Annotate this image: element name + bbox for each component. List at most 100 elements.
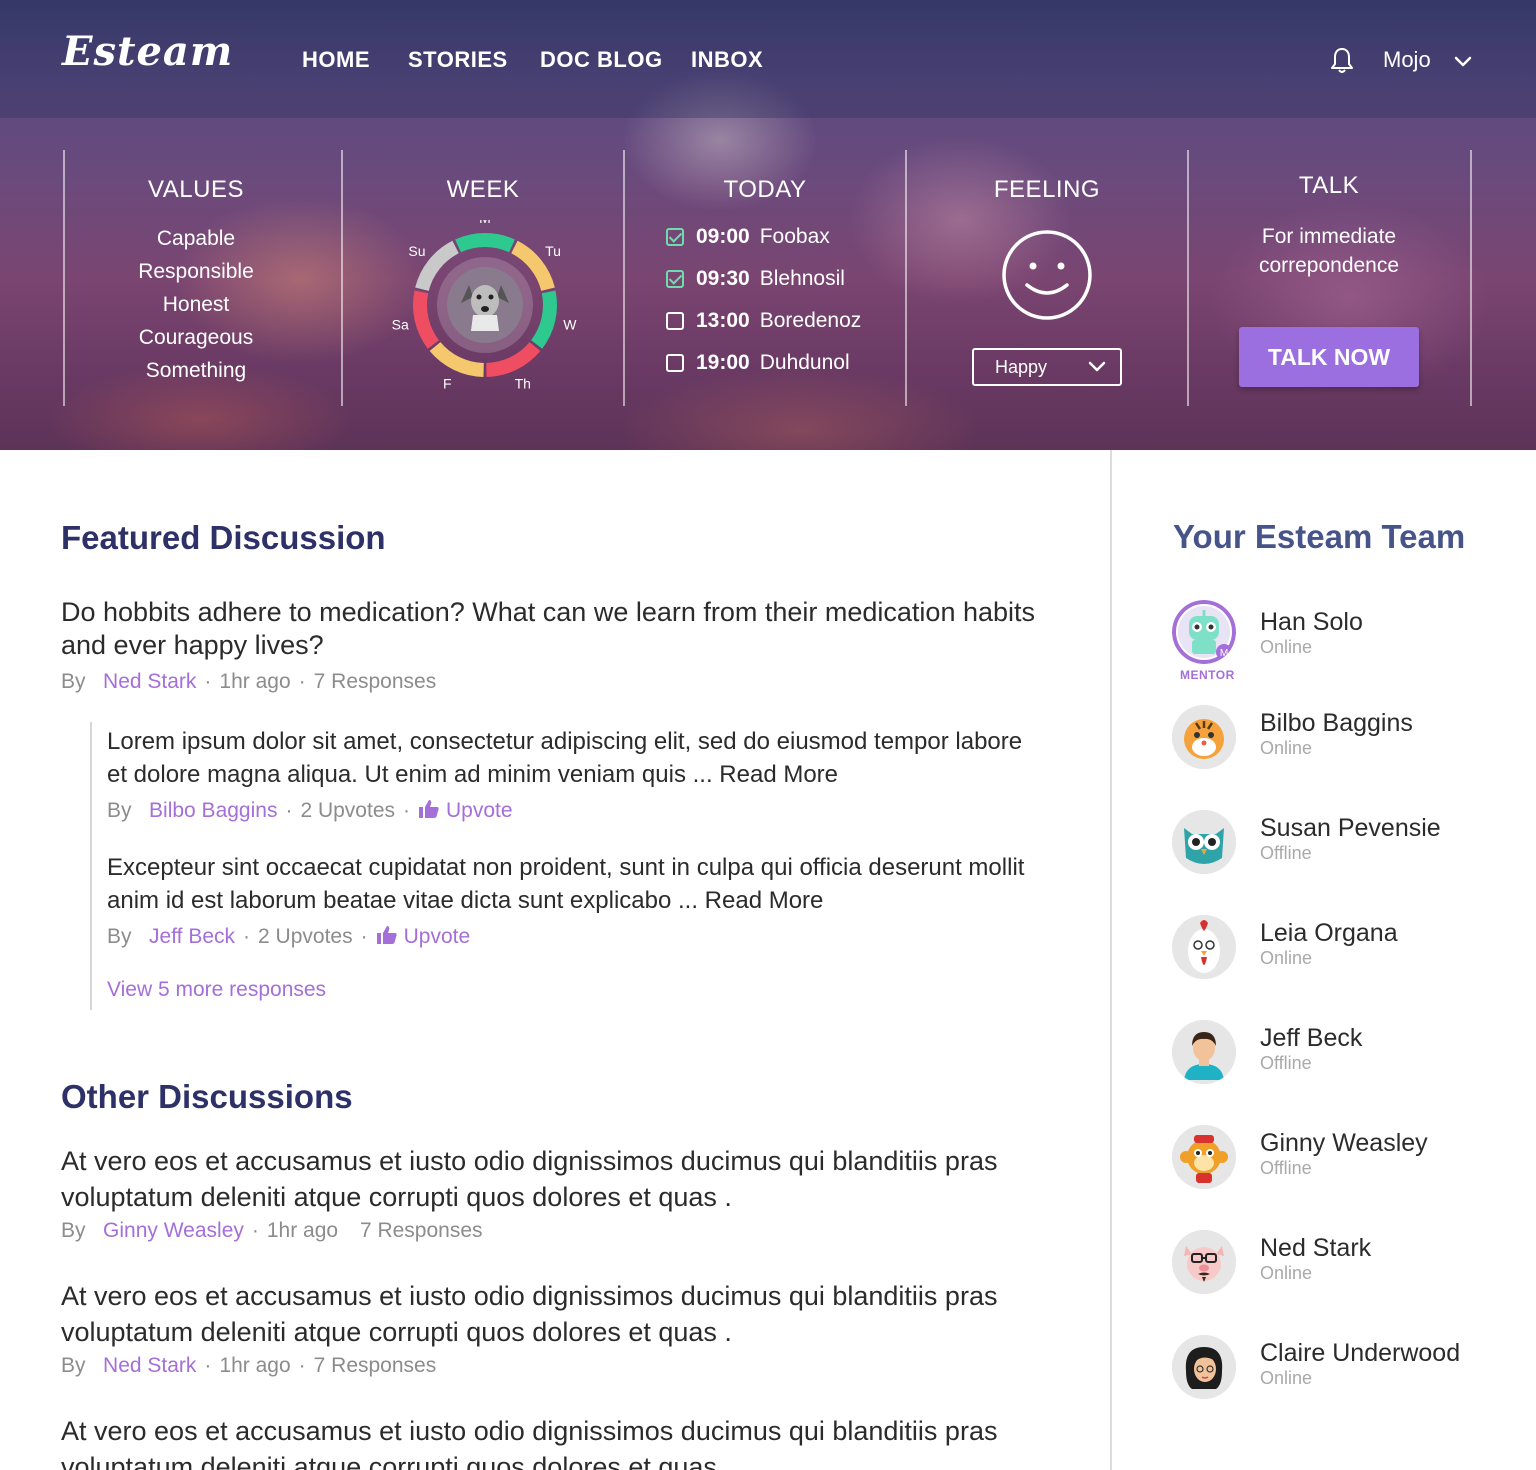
- team-member[interactable]: Ned Stark Online: [1172, 1230, 1512, 1300]
- week-segment-w[interactable]: [530, 290, 557, 349]
- upvote-button[interactable]: Upvote: [418, 799, 513, 822]
- post-time: 1hr ago: [266, 1219, 339, 1242]
- team-member[interactable]: M Han Solo Online MENTOR: [1172, 600, 1512, 682]
- member-name: Susan Pevensie: [1260, 814, 1441, 842]
- bell-icon[interactable]: [1330, 46, 1354, 74]
- nav-doc-blog[interactable]: DOC BLOG: [540, 47, 663, 73]
- column-divider: [1110, 450, 1112, 1470]
- svg-text:M: M: [1220, 648, 1228, 659]
- responses-rule: [90, 722, 92, 1010]
- week-segment-sa[interactable]: [413, 290, 440, 349]
- hero-banner: Esteam HOME STORIES DOC BLOG INBOX Mojo …: [0, 0, 1536, 450]
- today-label: Foobax: [759, 225, 830, 248]
- response-text[interactable]: Lorem ipsum dolor sit amet, consectetur …: [107, 725, 1037, 791]
- member-name: Ned Stark: [1260, 1234, 1372, 1262]
- checkbox-unchecked[interactable]: [666, 312, 684, 330]
- nav-inbox[interactable]: INBOX: [691, 47, 763, 73]
- checkbox-checked[interactable]: [666, 270, 684, 288]
- team-member[interactable]: Susan Pevensie Offline: [1172, 810, 1512, 880]
- by-label: By: [107, 925, 132, 948]
- week-day-label: Sa: [392, 316, 409, 332]
- talk-title: TALK: [1298, 172, 1360, 199]
- talk-now-button[interactable]: TALK NOW: [1239, 327, 1419, 387]
- week-day-label: W: [563, 316, 577, 332]
- team-member[interactable]: Claire Underwood Online: [1172, 1335, 1512, 1405]
- member-name: Leia Organa: [1260, 919, 1398, 947]
- nav-home[interactable]: HOME: [302, 47, 370, 73]
- author-link[interactable]: Ginny Weasley: [103, 1219, 244, 1242]
- featured-meta: By Ned Stark · 1hr ago · 7 Responses: [61, 670, 437, 693]
- checkbox-checked[interactable]: [666, 228, 684, 246]
- talk-description: For immediate correpondence: [1258, 225, 1400, 277]
- checkbox-unchecked[interactable]: [666, 354, 684, 372]
- today-item[interactable]: 09:00 Foobax: [666, 222, 830, 252]
- member-status: Offline: [1260, 1053, 1312, 1073]
- member-status: Online: [1260, 1263, 1313, 1283]
- value-item: Something: [145, 359, 247, 382]
- pig-avatar-icon: [1172, 1230, 1236, 1294]
- author-link[interactable]: Bilbo Baggins: [149, 799, 277, 822]
- team-member[interactable]: Leia Organa Online: [1172, 915, 1512, 985]
- mentor-badge: MENTOR: [1180, 668, 1235, 682]
- post-time: 1hr ago: [219, 1354, 291, 1377]
- robot-avatar-icon: M: [1172, 600, 1236, 664]
- discussion-question[interactable]: At vero eos et accusamus et iusto odio d…: [61, 1413, 1061, 1470]
- value-item: Capable: [156, 227, 236, 250]
- week-ring[interactable]: M Tu W Th F Sa Su: [385, 220, 585, 410]
- week-segment-m[interactable]: [455, 233, 515, 253]
- chevron-down-icon[interactable]: [1453, 52, 1473, 72]
- member-status: Offline: [1260, 1158, 1312, 1178]
- by-label: By: [61, 1219, 86, 1242]
- author-link[interactable]: Ned Stark: [103, 670, 196, 693]
- other-title: Other Discussions: [61, 1078, 353, 1115]
- member-status: Online: [1260, 738, 1313, 758]
- upvote-count: 2 Upvotes: [258, 925, 353, 948]
- today-time: 19:00: [696, 351, 750, 374]
- week-day-label: Su: [408, 243, 425, 259]
- value-item: Honest: [162, 293, 230, 316]
- nav-stories[interactable]: STORIES: [408, 47, 508, 73]
- woman-avatar-icon: [1172, 1335, 1236, 1399]
- values-list: Capable Responsible Honest Courageous So…: [66, 222, 326, 387]
- team-member[interactable]: Ginny Weasley Offline: [1172, 1125, 1512, 1195]
- by-label: By: [61, 1354, 86, 1377]
- discussion-meta: By Ned Stark · 1hr ago · 7 Responses: [61, 1354, 437, 1377]
- member-name: Bilbo Baggins: [1260, 709, 1413, 737]
- person-avatar-icon: [1172, 1020, 1236, 1084]
- upvote-count: 2 Upvotes: [300, 799, 396, 822]
- feeling-select[interactable]: Happy: [972, 348, 1122, 386]
- today-item[interactable]: 13:00 Boredenoz: [666, 306, 861, 336]
- response-text[interactable]: Excepteur sint occaecat cupidatat non pr…: [107, 851, 1037, 917]
- member-name: Ginny Weasley: [1260, 1129, 1428, 1157]
- thumbs-up-icon: [419, 800, 439, 818]
- author-link[interactable]: Ned Stark: [103, 1354, 196, 1377]
- featured-question[interactable]: Do hobbits adhere to medication? What ca…: [61, 596, 1051, 662]
- discussion-question[interactable]: At vero eos et accusamus et iusto odio d…: [61, 1143, 1061, 1215]
- upvote-label: Upvote: [403, 925, 471, 948]
- member-status: Offline: [1260, 843, 1312, 863]
- team-member[interactable]: Bilbo Baggins Online: [1172, 705, 1512, 775]
- response-count[interactable]: 7 Responses: [314, 670, 437, 693]
- user-menu-name[interactable]: Mojo: [1383, 47, 1431, 73]
- view-more-responses-link[interactable]: View 5 more responses: [107, 978, 326, 1002]
- featured-title: Featured Discussion: [61, 519, 386, 556]
- week-day-label: Tu: [545, 243, 561, 259]
- discussion-question[interactable]: At vero eos et accusamus et iusto odio d…: [61, 1278, 1061, 1350]
- upvote-button[interactable]: Upvote: [376, 925, 471, 948]
- today-label: Blehnosil: [759, 267, 845, 290]
- today-item[interactable]: 19:00 Duhdunol: [666, 348, 850, 378]
- today-item[interactable]: 09:30 Blehnosil: [666, 264, 845, 294]
- week-title: WEEK: [446, 176, 520, 203]
- response-meta: By Bilbo Baggins · 2 Upvotes · Upvote: [107, 799, 513, 822]
- response-count[interactable]: 7 Responses: [314, 1354, 437, 1377]
- today-time: 13:00: [696, 309, 750, 332]
- logo[interactable]: Esteam: [62, 28, 233, 75]
- member-status: Online: [1260, 637, 1313, 657]
- today-time: 09:00: [696, 225, 750, 248]
- values-title: VALUES: [148, 176, 244, 203]
- author-link[interactable]: Jeff Beck: [149, 925, 235, 948]
- team-member[interactable]: Jeff Beck Offline: [1172, 1020, 1512, 1090]
- today-time: 09:30: [696, 267, 750, 290]
- response-count[interactable]: 7 Responses: [360, 1219, 483, 1242]
- rooster-avatar-icon: [1172, 915, 1236, 979]
